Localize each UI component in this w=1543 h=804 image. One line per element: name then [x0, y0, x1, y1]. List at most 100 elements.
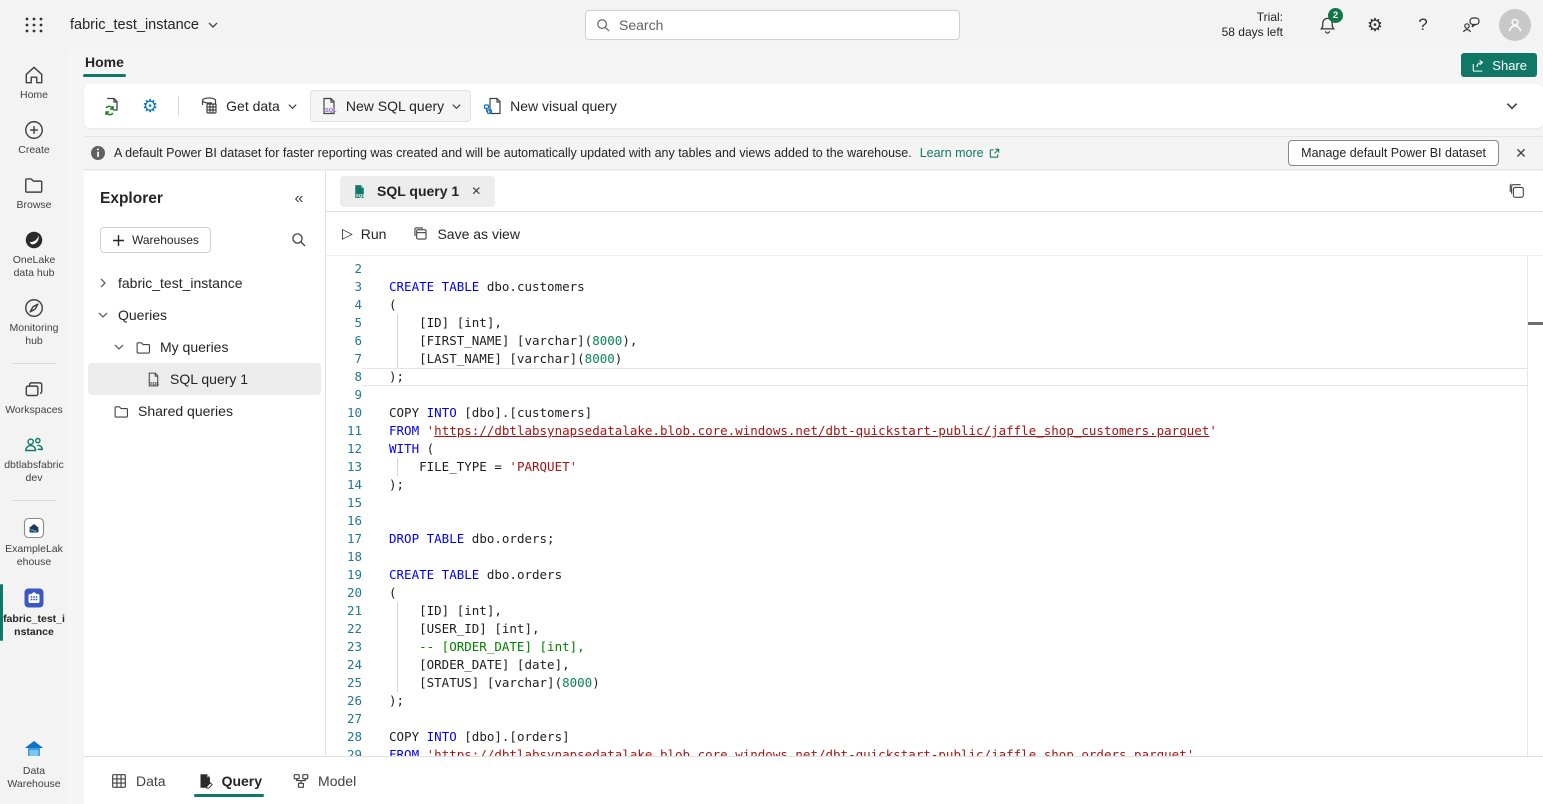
- code-line-23[interactable]: 23 -- [ORDER_DATE] [int],: [326, 638, 1543, 656]
- code-line-12[interactable]: 12WITH (: [326, 440, 1543, 458]
- code-line-5[interactable]: 5 [ID] [int],: [326, 314, 1543, 332]
- search-icon: [291, 232, 307, 248]
- code-line-17[interactable]: 17DROP TABLE dbo.orders;: [326, 530, 1543, 548]
- notifications-button[interactable]: 2: [1307, 5, 1347, 45]
- sidebar-item-label: Monitoring hub: [3, 322, 65, 348]
- refresh-button[interactable]: [94, 90, 130, 122]
- app-launcher-icon[interactable]: [20, 11, 48, 39]
- sidebar-item-home[interactable]: Home: [0, 60, 68, 106]
- banner-text: A default Power BI dataset for faster re…: [114, 146, 912, 160]
- feedback-button[interactable]: [1451, 5, 1491, 45]
- sidebar-item-create[interactable]: Create: [0, 115, 68, 161]
- line-content: (: [362, 296, 1528, 314]
- new-sql-query-button[interactable]: SQL New SQL query: [310, 90, 471, 122]
- line-number: 10: [326, 404, 362, 422]
- sql-editor[interactable]: 23CREATE TABLE dbo.customers4(5 [ID] [in…: [326, 256, 1543, 756]
- code-line-6[interactable]: 6 [FIRST_NAME] [varchar](8000),: [326, 332, 1543, 350]
- code-line-11[interactable]: 11FROM 'https://dbtlabsynapsedatalake.bl…: [326, 422, 1543, 440]
- database-icon: [199, 96, 219, 116]
- tree-item-queries[interactable]: Queries: [88, 299, 321, 331]
- get-data-button[interactable]: Get data: [191, 90, 306, 122]
- code-line-9[interactable]: 9: [326, 386, 1543, 404]
- question-icon: ?: [1418, 15, 1427, 35]
- toolbar-expand-chevron[interactable]: [1505, 94, 1529, 118]
- multitasking-icon[interactable]: [1505, 179, 1529, 203]
- explorer-search-button[interactable]: [287, 228, 311, 252]
- view-tab-data[interactable]: Data: [100, 757, 176, 804]
- code-line-10[interactable]: 10COPY INTO [dbo].[customers]: [326, 404, 1543, 422]
- gear-icon: ⚙: [1367, 15, 1383, 36]
- bottom-view-tabs: DataQueryModel: [84, 756, 1543, 804]
- collapse-explorer-button[interactable]: «: [287, 187, 311, 211]
- code-line-24[interactable]: 24 [ORDER_DATE] [date],: [326, 656, 1543, 674]
- avatar[interactable]: [1499, 9, 1531, 41]
- code-line-27[interactable]: 27: [326, 710, 1543, 728]
- code-line-4[interactable]: 4(: [326, 296, 1543, 314]
- new-visual-query-button[interactable]: New visual query: [475, 90, 625, 122]
- settings-button[interactable]: ⚙: [1355, 5, 1395, 45]
- sidebar-item-examplelakehouse[interactable]: ExampleLakehouse: [0, 512, 68, 573]
- tab-sql-query-1[interactable]: SQL SQL query 1 ✕: [340, 176, 495, 207]
- tab-home[interactable]: Home: [83, 52, 126, 78]
- learn-more-link[interactable]: Learn more: [920, 146, 1001, 160]
- save-as-view-button[interactable]: Save as view: [412, 225, 519, 242]
- data-icon: [110, 772, 128, 790]
- line-number: 19: [326, 566, 362, 584]
- manage-dataset-button[interactable]: Manage default Power BI dataset: [1288, 140, 1499, 166]
- search-input[interactable]: [585, 10, 960, 40]
- run-button[interactable]: ▷ Run: [342, 225, 386, 242]
- share-button[interactable]: Share: [1461, 53, 1537, 77]
- search-field[interactable]: [619, 17, 949, 33]
- close-tab-icon[interactable]: ✕: [468, 182, 484, 200]
- chevron-right-icon[interactable]: [96, 277, 110, 289]
- sidebar-item-monitoring-hub[interactable]: Monitoring hub: [0, 293, 68, 352]
- code-line-26[interactable]: 26);: [326, 692, 1543, 710]
- code-line-14[interactable]: 14);: [326, 476, 1543, 494]
- line-content: [USER_ID] [int],: [362, 620, 1528, 638]
- editor-scrollbar[interactable]: [1527, 256, 1528, 756]
- sidebar-item-data-warehouse[interactable]: Data Warehouse: [0, 734, 68, 795]
- line-content: [ID] [int],: [362, 602, 1528, 620]
- line-number: 14: [326, 476, 362, 494]
- code-line-28[interactable]: 28COPY INTO [dbo].[orders]: [326, 728, 1543, 746]
- code-line-16[interactable]: 16: [326, 512, 1543, 530]
- sidebar-item-dbtlabsfabricdev[interactable]: dbtlabsfabricdev: [0, 430, 68, 489]
- tree-item-label: fabric_test_instance: [118, 275, 243, 291]
- settings-toolbar-button[interactable]: ⚙: [134, 90, 166, 122]
- banner-close-icon[interactable]: ✕: [1507, 139, 1535, 167]
- chevron-down-icon[interactable]: [112, 341, 126, 353]
- sidebar-item-fabric-test-instance[interactable]: fabric_test_instance: [0, 582, 68, 643]
- view-tab-model[interactable]: Model: [282, 757, 366, 804]
- code-line-7[interactable]: 7 [LAST_NAME] [varchar](8000): [326, 350, 1543, 368]
- sidebar-item-browse[interactable]: Browse: [0, 170, 68, 216]
- code-line-13[interactable]: 13 FILE_TYPE = 'PARQUET': [326, 458, 1543, 476]
- sidebar-item-label: Browse: [16, 199, 51, 212]
- line-number: 27: [326, 710, 362, 728]
- line-number: 29: [326, 746, 362, 756]
- tree-item-fabric-test-instance[interactable]: fabric_test_instance: [88, 267, 321, 299]
- tree-item-sql-query-1[interactable]: SQLSQL query 1: [88, 363, 321, 395]
- code-line-21[interactable]: 21 [ID] [int],: [326, 602, 1543, 620]
- share-icon: [1471, 58, 1486, 73]
- add-warehouses-button[interactable]: Warehouses: [100, 227, 211, 253]
- code-line-3[interactable]: 3CREATE TABLE dbo.customers: [326, 278, 1543, 296]
- code-line-25[interactable]: 25 [STATUS] [varchar](8000): [326, 674, 1543, 692]
- view-tab-query[interactable]: Query: [186, 757, 272, 804]
- sidebar-item-workspaces[interactable]: Workspaces: [0, 375, 68, 421]
- code-line-18[interactable]: 18: [326, 548, 1543, 566]
- code-line-29[interactable]: 29FROM 'https://dbtlabsynapsedatalake.bl…: [326, 746, 1543, 756]
- code-line-2[interactable]: 2: [326, 260, 1543, 278]
- sidebar-item-onelake-data-hub[interactable]: OneLake data hub: [0, 225, 68, 284]
- line-content: [362, 260, 1528, 278]
- tree-item-shared-queries[interactable]: Shared queries: [88, 395, 321, 427]
- command-toolbar: ⚙ Get data SQL New SQL query New visual …: [84, 84, 1543, 128]
- code-line-8[interactable]: 8);: [326, 368, 1543, 386]
- code-line-15[interactable]: 15: [326, 494, 1543, 512]
- code-line-19[interactable]: 19CREATE TABLE dbo.orders: [326, 566, 1543, 584]
- chevron-down-icon[interactable]: [96, 309, 110, 321]
- code-line-20[interactable]: 20(: [326, 584, 1543, 602]
- workspace-switcher[interactable]: fabric_test_instance: [70, 17, 219, 33]
- help-button[interactable]: ?: [1403, 5, 1443, 45]
- tree-item-my-queries[interactable]: My queries: [88, 331, 321, 363]
- code-line-22[interactable]: 22 [USER_ID] [int],: [326, 620, 1543, 638]
